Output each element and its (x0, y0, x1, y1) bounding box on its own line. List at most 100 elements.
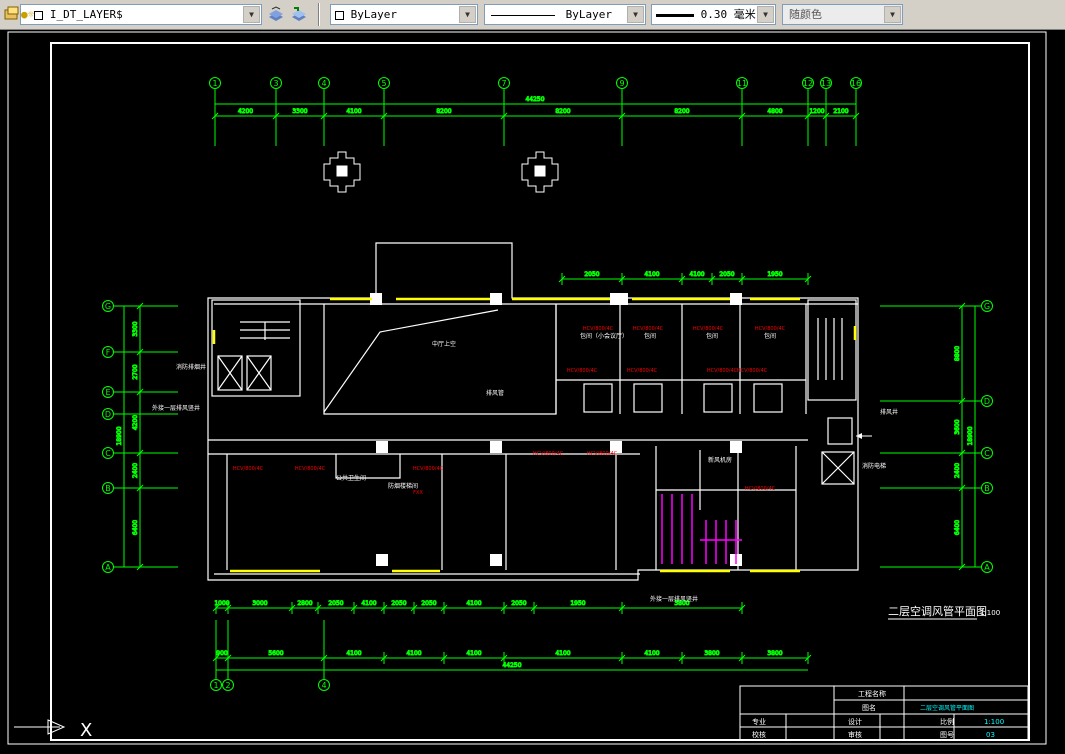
chevron-down-icon[interactable]: ▼ (459, 6, 476, 23)
layer-previous-icon[interactable] (290, 5, 308, 23)
label-duct: 排风管 (486, 389, 504, 397)
dim-left-label: 4200 (132, 415, 139, 430)
label-office3: 包间 (706, 332, 718, 340)
axis-bubble-top-label: 16 (851, 79, 861, 88)
column (376, 554, 388, 566)
chevron-down-icon[interactable]: ▼ (243, 6, 260, 23)
equipment-tag: HCV/800/4C (233, 466, 264, 472)
dim-left-label: 2700 (132, 364, 139, 379)
inner-frame (50, 42, 1030, 741)
sun-icon: ☼ (27, 8, 35, 21)
lineweight-value: 0.30 毫米 (700, 8, 756, 21)
chevron-down-icon[interactable]: ▼ (627, 6, 644, 23)
dim-bottom1-label: 4100 (466, 600, 481, 607)
dim-bottom2-label: 5600 (268, 650, 283, 657)
label-elevator: 消防电梯 (862, 462, 886, 470)
equipment-tag: HCV/800/4C (587, 451, 618, 457)
plotstyle-value: 随颜色 (789, 8, 822, 21)
equipment-tag: HCV/800/4C (755, 326, 786, 332)
dim-right-label: 2400 (954, 463, 961, 478)
overall-dim-bottom-label: 44250 (502, 662, 521, 669)
label-toilet: 公共卫生间 (336, 474, 366, 482)
axis-bubble-top-label: 7 (501, 79, 506, 88)
exhaust-arrowhead (856, 433, 862, 439)
make-current-layer-icon[interactable] (267, 5, 285, 23)
column (730, 441, 742, 453)
dim-bottom2-label: 4100 (466, 650, 481, 657)
ucs-icon: X (14, 719, 92, 741)
linetype-dropdown[interactable]: ByLayer ▼ (484, 4, 646, 25)
room-labels: 中厅上空 消防排烟井 外接一层排风竖井 排风管 包间（小会议厅） 包间 包间 包… (152, 332, 898, 603)
tb-review-label: 审核 (848, 730, 862, 739)
dim-left-label: 3300 (132, 321, 139, 336)
drawing-canvas[interactable]: 442504200 3300 4100 8200 8200 8200 4800 1200 210… (0, 30, 1065, 754)
axis-bubble-right-label: A (984, 563, 990, 572)
plan-title: 二层空调风管平面图 (888, 604, 987, 618)
equipment-tag: HCV/800/4C (413, 466, 444, 472)
dim-top-label: 4200 (238, 108, 253, 115)
column (376, 441, 388, 453)
dim-top-label: 8200 (555, 108, 570, 115)
axis-bubble-right-label: G (984, 302, 990, 311)
dim-bottom1-label: 2050 (511, 600, 526, 607)
axis-bubble-left-label: E (105, 388, 110, 397)
color-value: ByLayer (350, 8, 397, 21)
axis-bubble-bottom-label: 2 (225, 681, 230, 690)
axis-bubble-bottom-label: 1 (213, 681, 218, 690)
equipment-tag: HCV/800/4C (707, 368, 738, 374)
overall-dim-top-label: 44250 (525, 96, 544, 103)
dim-right-label: 8800 (954, 346, 961, 361)
outer-frame (7, 31, 1047, 745)
tb-number-label: 图号 (940, 731, 954, 739)
dim-upper-label: 4100 (689, 271, 704, 278)
linetype-value: ByLayer (565, 8, 612, 21)
floor-plan (207, 242, 859, 581)
equipment-tag: HCV/800/4C (567, 368, 598, 374)
dim-bottom1-label: 1000 (214, 600, 229, 607)
label-fresh-air: 新风机房 (708, 456, 732, 464)
dim-bottom2-label: 4100 (406, 650, 421, 657)
layer-name: I_DT_LAYER$ (49, 8, 123, 21)
toolbar-separator (318, 3, 320, 26)
dim-bottom1-label: 2800 (297, 600, 312, 607)
tb-drawing-name: 二层空调风管平面图 (920, 704, 974, 712)
equipment-tag: HCV/800/4C (295, 466, 326, 472)
dim-left-label: 2400 (132, 463, 139, 478)
dim-upper-label: 2050 (719, 271, 734, 278)
dimension-layer: 44250 4200 3300 4100 8200 8200 8200 4800 1200 210… (114, 89, 981, 679)
equipment-tag-short: FXX (413, 490, 423, 496)
chevron-down-icon[interactable]: ▼ (757, 6, 774, 23)
tb-number-value: 03 (986, 731, 995, 739)
label-smoke: 防烟楼梯间 (388, 482, 418, 490)
color-swatch-icon (335, 10, 344, 20)
dim-top-label: 3300 (292, 108, 307, 115)
axis-bubble-right-label: D (984, 397, 990, 406)
color-dropdown[interactable]: ByLayer ▼ (330, 4, 478, 25)
color-swatch-icon (34, 10, 44, 20)
dim-top-label: 2100 (833, 108, 848, 115)
dim-bottom1-label: 2050 (328, 600, 343, 607)
linetype-preview-icon (491, 14, 555, 16)
label-office1: 包间（小会议厅） (580, 332, 628, 340)
plotstyle-dropdown[interactable]: 随颜色 ▼ (782, 4, 903, 25)
dim-top-label: 8200 (436, 108, 451, 115)
lineweight-preview-icon (656, 13, 694, 17)
axis-bubble-top-label: 3 (273, 79, 278, 88)
tb-project-label: 工程名称 (858, 689, 886, 698)
overall-dim-left-label: 18900 (116, 426, 123, 445)
tb-design-label: 设计 (848, 717, 862, 726)
dim-upper-label: 2050 (584, 271, 599, 278)
equipment-tag: HCV/800/4C (737, 368, 768, 374)
column (616, 293, 628, 305)
column-symbol-2 (521, 151, 559, 193)
axis-bubble-top-label: 5 (381, 79, 386, 88)
layer-dropdown[interactable]: ●☼ I_DT_LAYER$ ▼ (20, 4, 262, 25)
lineweight-dropdown[interactable]: 0.30 毫米 ▼ (651, 4, 776, 25)
chevron-down-icon[interactable]: ▼ (884, 6, 901, 23)
axis-bubble-left-label: B (105, 484, 111, 493)
toilet-partitions (661, 494, 742, 564)
label-smoke-shaft: 消防排烟井 (176, 363, 206, 371)
plan-scale: 1:100 (980, 609, 1000, 617)
layer-manager-icon[interactable] (3, 5, 21, 23)
label-exhaust: 排风井 (880, 408, 898, 416)
